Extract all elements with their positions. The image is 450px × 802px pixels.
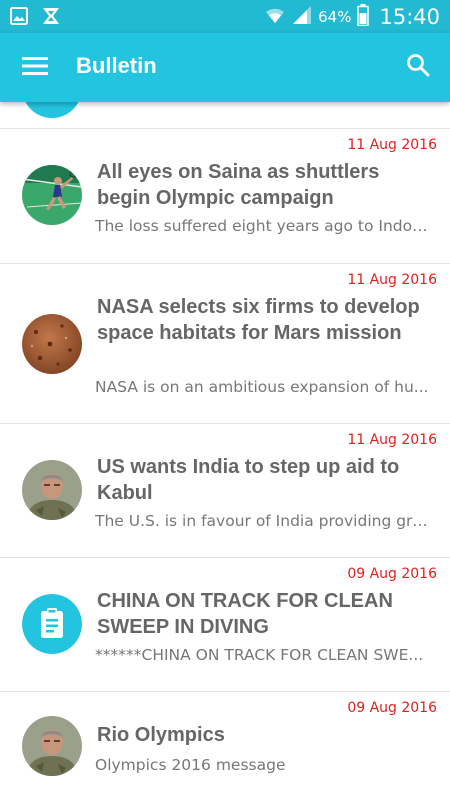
clipboard-icon bbox=[22, 594, 82, 654]
clock: 15:40 bbox=[379, 5, 440, 29]
list-item[interactable]: 09 Aug 2016 Rio Olympics Olympics 2016 m… bbox=[0, 692, 450, 802]
x-notification-icon bbox=[42, 7, 60, 30]
status-bar: 64% 15:40 bbox=[0, 0, 450, 33]
search-icon bbox=[406, 53, 430, 82]
soldier-photo-avatar bbox=[22, 460, 82, 520]
item-description: NASA is on an ambitious expansion of hu.… bbox=[95, 378, 429, 396]
wifi-icon bbox=[264, 5, 286, 30]
soldier-photo-avatar bbox=[22, 716, 82, 776]
item-date: 11 Aug 2016 bbox=[347, 432, 437, 448]
item-title: All eyes on Saina as shuttlers begin Oly… bbox=[97, 161, 380, 209]
list-item[interactable]: 11 Aug 2016 US wants India to step up ai… bbox=[0, 424, 450, 558]
list-item[interactable]: 11 Aug 2016 All eyes on Saina as shuttle… bbox=[0, 129, 450, 264]
item-description: The U.S. is in favour of India providing… bbox=[95, 512, 436, 530]
avatar bbox=[22, 102, 82, 118]
battery-percent: 64% bbox=[318, 8, 352, 26]
item-description: ******CHINA ON TRACK FOR CLEAN SWE... bbox=[95, 646, 424, 664]
gallery-notification-icon bbox=[10, 7, 28, 30]
item-date: 09 Aug 2016 bbox=[347, 700, 437, 716]
list-item[interactable]: 09 Aug 2016 CHINA ON TRACK FOR CLEAN SWE… bbox=[0, 558, 450, 692]
news-feed: 11 Aug 2016 All eyes on Saina as shuttle… bbox=[0, 129, 450, 802]
hamburger-menu-icon bbox=[22, 56, 48, 81]
item-date: 11 Aug 2016 bbox=[347, 272, 437, 288]
item-title: US wants India to step up aid to Kabul bbox=[97, 456, 400, 504]
item-date: 11 Aug 2016 bbox=[347, 137, 437, 153]
item-date: 09 Aug 2016 bbox=[347, 566, 437, 582]
mars-surface-photo-avatar bbox=[22, 314, 82, 374]
list-item[interactable]: 11 Aug 2016 NASA selects six firms to de… bbox=[0, 264, 450, 424]
battery-icon bbox=[357, 3, 370, 31]
item-title: NASA selects six firms to develop space … bbox=[97, 296, 420, 344]
app-bar: Bulletin bbox=[0, 33, 450, 102]
app-title: Bulletin bbox=[76, 53, 157, 78]
signal-icon bbox=[292, 5, 312, 30]
menu-button[interactable] bbox=[18, 53, 52, 83]
list-item-partial[interactable] bbox=[0, 102, 450, 129]
item-title: CHINA ON TRACK FOR CLEAN SWEEP IN DIVING bbox=[97, 590, 393, 638]
item-title: Rio Olympics bbox=[97, 724, 225, 746]
item-description: The loss suffered eight years ago to Ind… bbox=[95, 217, 436, 235]
item-description: Olympics 2016 message bbox=[95, 756, 286, 774]
badminton-photo-avatar bbox=[22, 165, 82, 225]
search-button[interactable] bbox=[402, 51, 434, 83]
